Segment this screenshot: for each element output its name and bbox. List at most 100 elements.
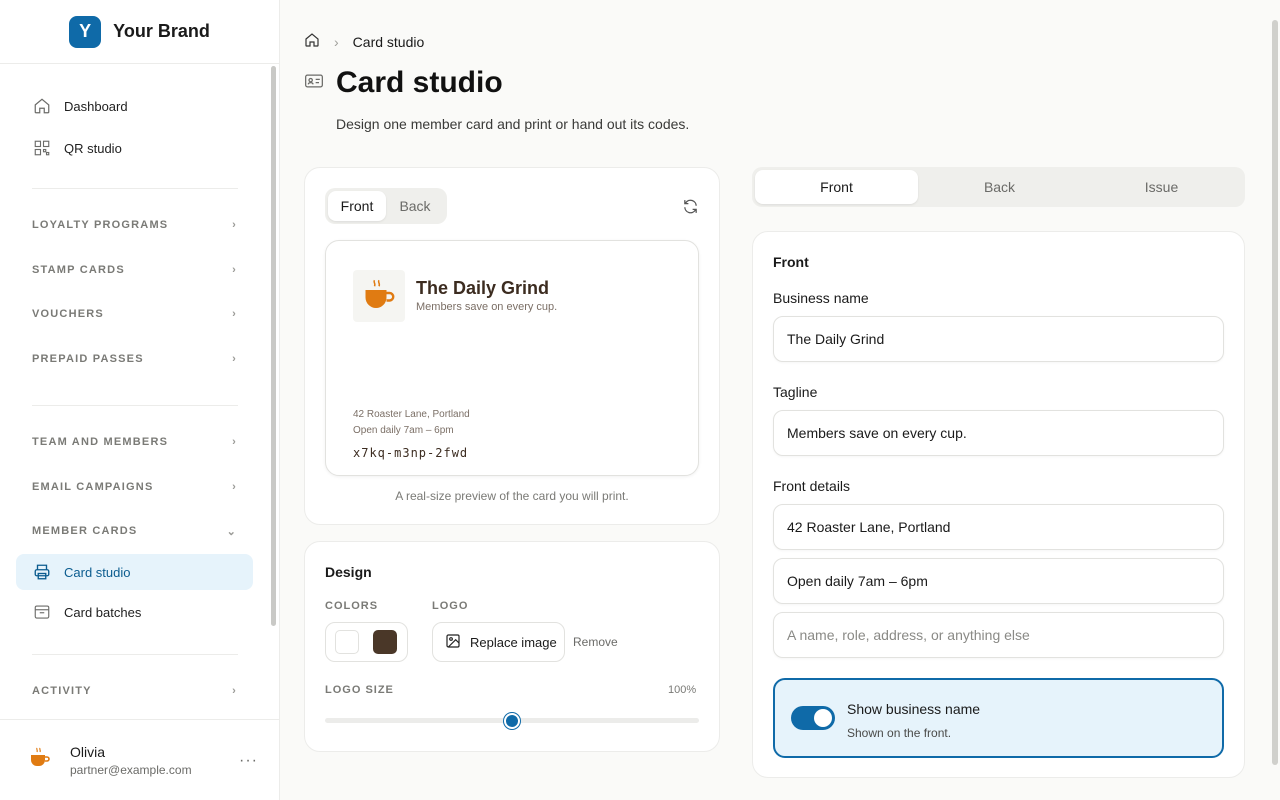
color-swatch-background[interactable] xyxy=(335,630,359,654)
printer-icon xyxy=(32,562,52,582)
coffee-cup-icon xyxy=(365,279,395,308)
tab-front[interactable]: Front xyxy=(755,170,918,204)
card-preview: The Daily Grind Members save on every cu… xyxy=(325,240,699,476)
section-label: STAMP CARDS xyxy=(32,264,125,276)
section-label: EMAIL CAMPAIGNS xyxy=(32,481,154,493)
front-detail-field-2[interactable]: Open daily 7am – 6pm xyxy=(773,558,1224,604)
avatar xyxy=(28,746,52,775)
tab-back[interactable]: Back xyxy=(918,170,1081,204)
section-vouchers[interactable]: VOUCHERS › xyxy=(16,298,253,330)
replace-image-label: Replace image xyxy=(470,634,557,650)
remove-logo-link[interactable]: Remove xyxy=(573,635,618,649)
chevron-right-icon: › xyxy=(232,353,237,365)
section-label: VOUCHERS xyxy=(32,308,104,320)
tab-issue[interactable]: Issue xyxy=(1081,170,1242,204)
preview-side-toggle: Front Back xyxy=(325,188,447,224)
sidebar-item-label: Dashboard xyxy=(64,98,128,114)
sidebar-item-label: QR studio xyxy=(64,140,122,156)
slider-thumb[interactable] xyxy=(504,713,520,729)
main-scrollbar[interactable] xyxy=(1272,20,1278,765)
section-loyalty-programs[interactable]: LOYALTY PROGRAMS › xyxy=(16,209,253,241)
chevron-right-icon: › xyxy=(232,219,237,231)
home-icon xyxy=(32,96,52,116)
section-label: LOYALTY PROGRAMS xyxy=(32,219,169,231)
card-hours: Open daily 7am – 6pm xyxy=(353,425,454,436)
card-tagline: Members save on every cup. xyxy=(416,301,558,313)
section-label: ACTIVITY xyxy=(32,685,92,697)
brand[interactable]: Y Your Brand xyxy=(0,0,279,64)
chevron-right-icon: › xyxy=(232,685,237,697)
toggle-knob xyxy=(814,709,832,727)
colors-label: COLORS xyxy=(325,600,379,612)
replace-image-button[interactable]: Replace image xyxy=(432,622,565,662)
sidebar-item-dashboard[interactable]: Dashboard xyxy=(16,88,253,124)
user-profile[interactable]: Olivia partner@example.com ··· xyxy=(0,719,280,800)
divider xyxy=(32,654,238,655)
chevron-right-icon: › xyxy=(232,308,237,320)
sidebar-item-card-studio[interactable]: Card studio xyxy=(16,554,253,590)
section-label: TEAM AND MEMBERS xyxy=(32,436,169,448)
more-options-icon[interactable]: ··· xyxy=(239,752,258,770)
editor-tabs: Front Back Issue xyxy=(752,167,1245,207)
id-card-icon xyxy=(304,71,324,96)
chevron-right-icon: › xyxy=(334,33,339,50)
show-business-name-toggle[interactable] xyxy=(791,706,835,730)
tab-front[interactable]: Front xyxy=(328,191,386,221)
show-business-name-option[interactable]: Show business name Shown on the front. xyxy=(773,678,1224,758)
card-code: x7kq-m3np-2fwd xyxy=(353,446,469,460)
brand-name: Your Brand xyxy=(113,21,210,41)
card-address: 42 Roaster Lane, Portland xyxy=(353,409,470,420)
page-subtitle: Design one member card and print or hand… xyxy=(336,116,690,132)
page-header: Card studio xyxy=(304,66,503,100)
user-name: Olivia xyxy=(70,743,106,760)
sidebar-item-card-batches[interactable]: Card batches xyxy=(16,594,253,630)
brand-logo: Y xyxy=(69,15,102,48)
tagline-field[interactable]: Members save on every cup. xyxy=(773,410,1224,456)
editor-section-title: Front xyxy=(773,254,809,270)
section-label: MEMBER CARDS xyxy=(32,525,138,537)
sidebar-scrollbar[interactable] xyxy=(271,66,277,626)
toggle-subtitle: Shown on the front. xyxy=(847,726,952,740)
business-name-field[interactable]: The Daily Grind xyxy=(773,316,1224,362)
sidebar-nav: Dashboard QR studio LOYALTY PROGRAMS › ST… xyxy=(0,64,270,719)
page-title: Card studio xyxy=(336,66,503,99)
chevron-right-icon: › xyxy=(232,436,237,448)
design-title: Design xyxy=(325,564,372,580)
sidebar-item-label: Card studio xyxy=(64,564,131,580)
home-icon[interactable] xyxy=(304,32,320,51)
logo-label: LOGO xyxy=(432,600,469,612)
coffee-cup-icon xyxy=(31,747,50,766)
divider xyxy=(32,405,238,406)
business-name-label: Business name xyxy=(773,290,869,306)
chevron-down-icon: ⌄ xyxy=(226,525,237,538)
section-prepaid-passes[interactable]: PREPAID PASSES › xyxy=(16,343,253,375)
front-detail-field-new[interactable]: A name, role, address, or anything else xyxy=(773,612,1224,658)
breadcrumb-current: Card studio xyxy=(352,33,425,50)
refresh-icon[interactable] xyxy=(682,198,699,220)
tagline-label: Tagline xyxy=(773,384,818,400)
user-email: partner@example.com xyxy=(70,762,192,777)
scrollbar-thumb[interactable] xyxy=(271,66,276,626)
breadcrumb: › Card studio xyxy=(304,32,424,51)
qr-code-icon xyxy=(32,138,52,158)
section-email-campaigns[interactable]: EMAIL CAMPAIGNS › xyxy=(16,471,253,503)
section-activity[interactable]: ACTIVITY › xyxy=(16,675,253,707)
front-detail-field-1[interactable]: 42 Roaster Lane, Portland xyxy=(773,504,1224,550)
archive-icon xyxy=(32,602,52,622)
tab-back[interactable]: Back xyxy=(386,191,444,221)
section-team-and-members[interactable]: TEAM AND MEMBERS › xyxy=(16,426,253,458)
preview-note: A real-size preview of the card you will… xyxy=(395,489,629,503)
logo-size-label: LOGO SIZE xyxy=(325,684,394,696)
section-stamp-cards[interactable]: STAMP CARDS › xyxy=(16,254,253,286)
color-swatch-text[interactable] xyxy=(373,630,397,654)
front-details-label: Front details xyxy=(773,478,851,494)
image-icon xyxy=(445,633,461,652)
chevron-right-icon: › xyxy=(232,264,237,276)
sidebar-item-label: Card batches xyxy=(64,604,142,620)
sidebar-item-qr-studio[interactable]: QR studio xyxy=(16,130,253,166)
divider xyxy=(32,188,238,189)
section-member-cards[interactable]: MEMBER CARDS ⌄ xyxy=(16,515,253,547)
sidebar: Y Your Brand Dashboard QR studio LOYALTY… xyxy=(0,0,280,800)
section-label: PREPAID PASSES xyxy=(32,353,144,365)
toggle-title: Show business name xyxy=(847,701,981,717)
